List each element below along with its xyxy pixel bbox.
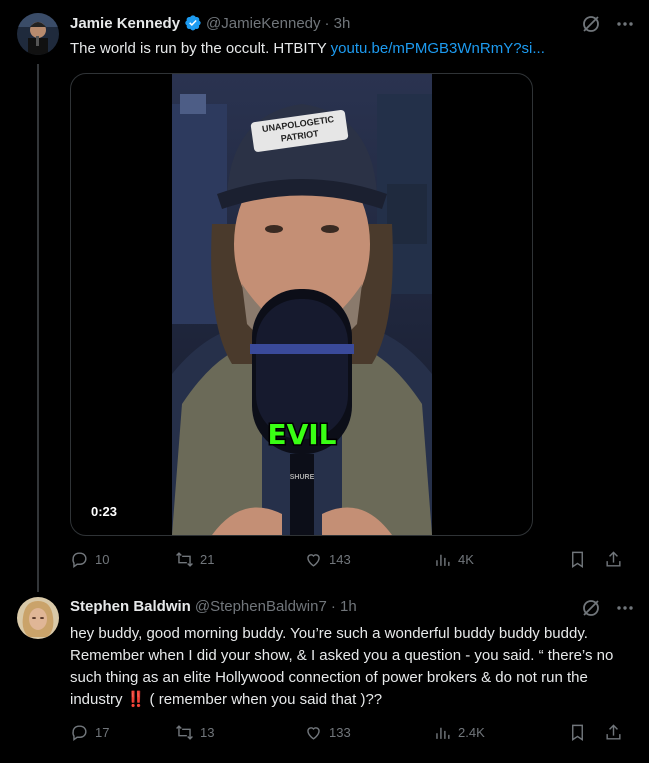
like-button[interactable]: 143 (304, 550, 433, 569)
author-handle[interactable]: @StephenBaldwin7 (195, 598, 327, 615)
video-player[interactable]: UNAPOLOGETIC PATRIOT SHURE EVIL 0:23 (70, 73, 533, 536)
like-button[interactable]: 133 (304, 723, 433, 742)
bookmark-button[interactable] (568, 550, 604, 569)
tweet-stephen[interactable]: Stephen Baldwin @StephenBaldwin7 · 1h he… (0, 592, 649, 763)
grok-icon[interactable] (581, 14, 601, 39)
views-button[interactable]: 2.4K (433, 723, 568, 742)
like-count: 133 (329, 725, 351, 740)
tweet-header: Stephen Baldwin @StephenBaldwin7 · 1h (70, 598, 357, 615)
tweet-text: The world is run by the occult. HTBITY y… (70, 39, 630, 59)
tweet-jamie[interactable]: Jamie Kennedy @JamieKennedy · 3h The wor… (0, 0, 649, 592)
video-frame[interactable]: UNAPOLOGETIC PATRIOT SHURE EVIL (172, 74, 432, 535)
tweet-top-actions (581, 14, 635, 39)
reply-count: 10 (95, 552, 110, 567)
timestamp[interactable]: · 3h (325, 15, 351, 32)
author-handle[interactable]: @JamieKennedy (206, 15, 320, 32)
share-icon (606, 724, 621, 740)
more-icon[interactable] (615, 598, 635, 623)
author-name[interactable]: Stephen Baldwin (70, 598, 191, 615)
tweet-link[interactable]: youtu.be/mPMGB3WnRmY?si... (331, 40, 545, 57)
bookmark-icon (572, 551, 583, 568)
tweet-actions: 17 13 133 2.4K (70, 723, 640, 742)
like-icon (307, 727, 320, 740)
tweet-header: Jamie Kennedy @JamieKennedy · 3h (70, 14, 350, 32)
share-icon (606, 551, 621, 567)
author-name[interactable]: Jamie Kennedy (70, 15, 180, 32)
like-count: 143 (329, 552, 351, 567)
mic-brand: SHURE (290, 474, 315, 481)
tweet-actions: 10 21 143 4K (70, 550, 640, 569)
repost-icon (176, 725, 193, 740)
share-button[interactable] (604, 723, 634, 742)
tweet-body: The world is run by the occult. HTBITY (70, 40, 331, 57)
tweet-body: hey buddy, good morning buddy. You’re su… (70, 625, 614, 708)
views-button[interactable]: 4K (433, 550, 568, 569)
views-icon (436, 554, 450, 566)
more-icon[interactable] (615, 14, 635, 39)
views-count: 4K (458, 552, 474, 567)
repost-button[interactable]: 21 (175, 550, 304, 569)
video-duration: 0:23 (85, 502, 124, 521)
verified-icon (184, 14, 202, 32)
like-icon (307, 554, 320, 567)
reply-button[interactable]: 17 (70, 723, 175, 742)
video-caption: EVIL (267, 418, 336, 451)
views-count: 2.4K (458, 725, 485, 740)
reply-button[interactable]: 10 (70, 550, 175, 569)
bookmark-icon (572, 724, 583, 741)
repost-button[interactable]: 13 (175, 723, 304, 742)
reply-icon (72, 552, 87, 569)
avatar[interactable] (17, 13, 59, 55)
avatar[interactable] (17, 597, 59, 639)
grok-icon[interactable] (581, 598, 601, 623)
repost-count: 21 (200, 552, 215, 567)
bookmark-button[interactable] (568, 723, 604, 742)
repost-icon (176, 552, 193, 567)
views-icon (436, 727, 450, 739)
share-button[interactable] (604, 550, 634, 569)
reply-icon (72, 725, 87, 742)
repost-count: 13 (200, 725, 215, 740)
tweet-top-actions (581, 598, 635, 623)
timestamp[interactable]: · 1h (331, 598, 357, 615)
reply-count: 17 (95, 725, 110, 740)
